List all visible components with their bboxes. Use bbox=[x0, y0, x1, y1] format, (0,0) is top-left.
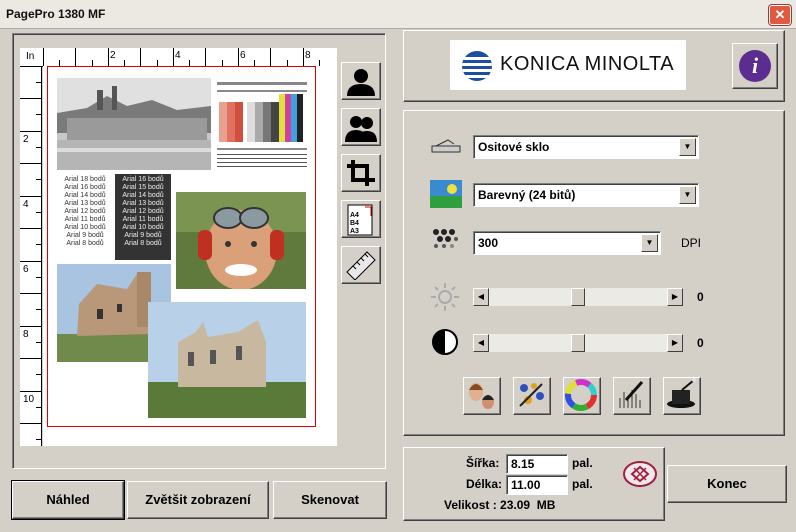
preview-button[interactable]: Náhled bbox=[11, 480, 125, 520]
resolution-unit: DPI bbox=[681, 236, 702, 250]
scanner-source-icon bbox=[431, 139, 461, 153]
contrast-slider[interactable]: ◀ ▶ bbox=[473, 334, 683, 352]
brand-logo: KONICA MINOLTA bbox=[450, 40, 686, 90]
tool-paper-size-button[interactable]: A4 B4 A3 bbox=[341, 200, 381, 238]
slider-thumb[interactable] bbox=[571, 334, 585, 352]
chevron-down-icon[interactable]: ▼ bbox=[679, 138, 696, 156]
konica-minolta-logo-icon bbox=[462, 51, 492, 81]
scan-area-frame[interactable] bbox=[47, 66, 316, 427]
file-size-label: Velikost : 23.09 MB bbox=[444, 498, 556, 512]
paper-size-label: B4 bbox=[350, 220, 359, 227]
tone-curve-button[interactable] bbox=[613, 377, 651, 415]
resolution-value: 300 bbox=[478, 236, 499, 250]
ruler-label: 2 bbox=[23, 134, 29, 145]
tool-person-button[interactable] bbox=[341, 62, 381, 100]
tool-ruler-button[interactable] bbox=[341, 246, 381, 284]
magic-hat-icon bbox=[667, 378, 696, 408]
brightness-icon bbox=[431, 283, 459, 311]
resolution-icon bbox=[433, 229, 458, 248]
length-value: 11.00 bbox=[511, 478, 541, 492]
source-value: Ositové sklo bbox=[478, 140, 550, 154]
auto-enhance-button[interactable] bbox=[663, 377, 701, 415]
chevron-down-icon[interactable]: ▼ bbox=[641, 234, 658, 252]
slider-right-arrow[interactable]: ▶ bbox=[667, 288, 683, 306]
chevron-down-icon[interactable]: ▼ bbox=[679, 186, 696, 204]
width-field[interactable]: 8.15 bbox=[506, 454, 568, 474]
paper-size-label: A3 bbox=[350, 228, 359, 235]
paper-size-label: A4 bbox=[350, 212, 359, 219]
brightness-slider[interactable]: ◀ ▶ bbox=[473, 288, 683, 306]
brand-name: KONICA MINOLTA bbox=[500, 53, 675, 75]
ruler-label: 4 bbox=[175, 50, 181, 61]
size-lock-button[interactable] bbox=[620, 456, 660, 492]
slider-left-arrow[interactable]: ◀ bbox=[473, 288, 489, 306]
length-label: Délka: bbox=[466, 477, 503, 491]
ruler-left: 2 4 6 8 10 bbox=[20, 66, 42, 446]
slider-thumb[interactable] bbox=[571, 288, 585, 306]
descreen-icon bbox=[519, 383, 544, 407]
info-button[interactable]: i bbox=[732, 43, 778, 89]
width-label: Šířka: bbox=[466, 456, 500, 470]
width-unit: pal. bbox=[572, 456, 593, 470]
color-mode-icon bbox=[430, 180, 462, 208]
two-persons-icon bbox=[345, 116, 377, 142]
ruler-label: 4 bbox=[23, 199, 29, 210]
close-icon[interactable]: ✕ bbox=[769, 5, 791, 25]
crop-icon bbox=[347, 160, 375, 186]
link-icon bbox=[623, 461, 657, 487]
zoom-button[interactable]: Zvětšit zobrazení bbox=[127, 481, 269, 519]
ruler-unit: In bbox=[26, 51, 35, 62]
info-icon: i bbox=[739, 50, 771, 82]
ruler-top: In 2 4 6 8 bbox=[20, 48, 337, 67]
ruler-label: 8 bbox=[305, 50, 311, 61]
color-mode-value: Barevný (24 bitů) bbox=[478, 188, 576, 202]
slider-left-arrow[interactable]: ◀ bbox=[473, 334, 489, 352]
title-bar: PagePro 1380 MF ✕ bbox=[0, 0, 796, 29]
tool-two-persons-button[interactable] bbox=[341, 108, 381, 146]
ruler-label: 2 bbox=[110, 50, 116, 61]
ruler-label: 8 bbox=[23, 329, 29, 340]
contrast-value: 0 bbox=[697, 336, 704, 350]
length-unit: pal. bbox=[572, 477, 593, 491]
width-value: 8.15 bbox=[511, 457, 535, 471]
length-field[interactable]: 11.00 bbox=[506, 475, 568, 495]
color-wheel-icon bbox=[565, 379, 597, 411]
close-button[interactable]: Konec bbox=[667, 465, 787, 503]
ruler-label: 6 bbox=[23, 264, 29, 275]
slider-right-arrow[interactable]: ▶ bbox=[667, 334, 683, 352]
color-mode-select[interactable]: Barevný (24 bitů) ▼ bbox=[473, 183, 699, 207]
person-icon bbox=[347, 69, 375, 96]
descreen-button[interactable] bbox=[513, 377, 551, 415]
tool-crop-button[interactable] bbox=[341, 154, 381, 192]
brightness-value: 0 bbox=[697, 290, 704, 304]
color-balance-button[interactable] bbox=[563, 377, 601, 415]
window-title: PagePro 1380 MF bbox=[6, 7, 106, 21]
contrast-icon bbox=[432, 329, 458, 355]
scan-button[interactable]: Skenovat bbox=[273, 481, 387, 519]
paper-size-icon: A4 B4 A3 bbox=[347, 204, 373, 236]
ruler-label: 6 bbox=[240, 50, 246, 61]
ruler-icon bbox=[346, 251, 376, 280]
dropper-icon bbox=[619, 381, 644, 408]
ruler-label: 10 bbox=[23, 394, 35, 405]
resolution-select[interactable]: 300 ▼ bbox=[473, 231, 661, 255]
face-filter-icon bbox=[469, 383, 494, 409]
source-select[interactable]: Ositové sklo ▼ bbox=[473, 135, 699, 159]
face-filter-button[interactable] bbox=[463, 377, 501, 415]
